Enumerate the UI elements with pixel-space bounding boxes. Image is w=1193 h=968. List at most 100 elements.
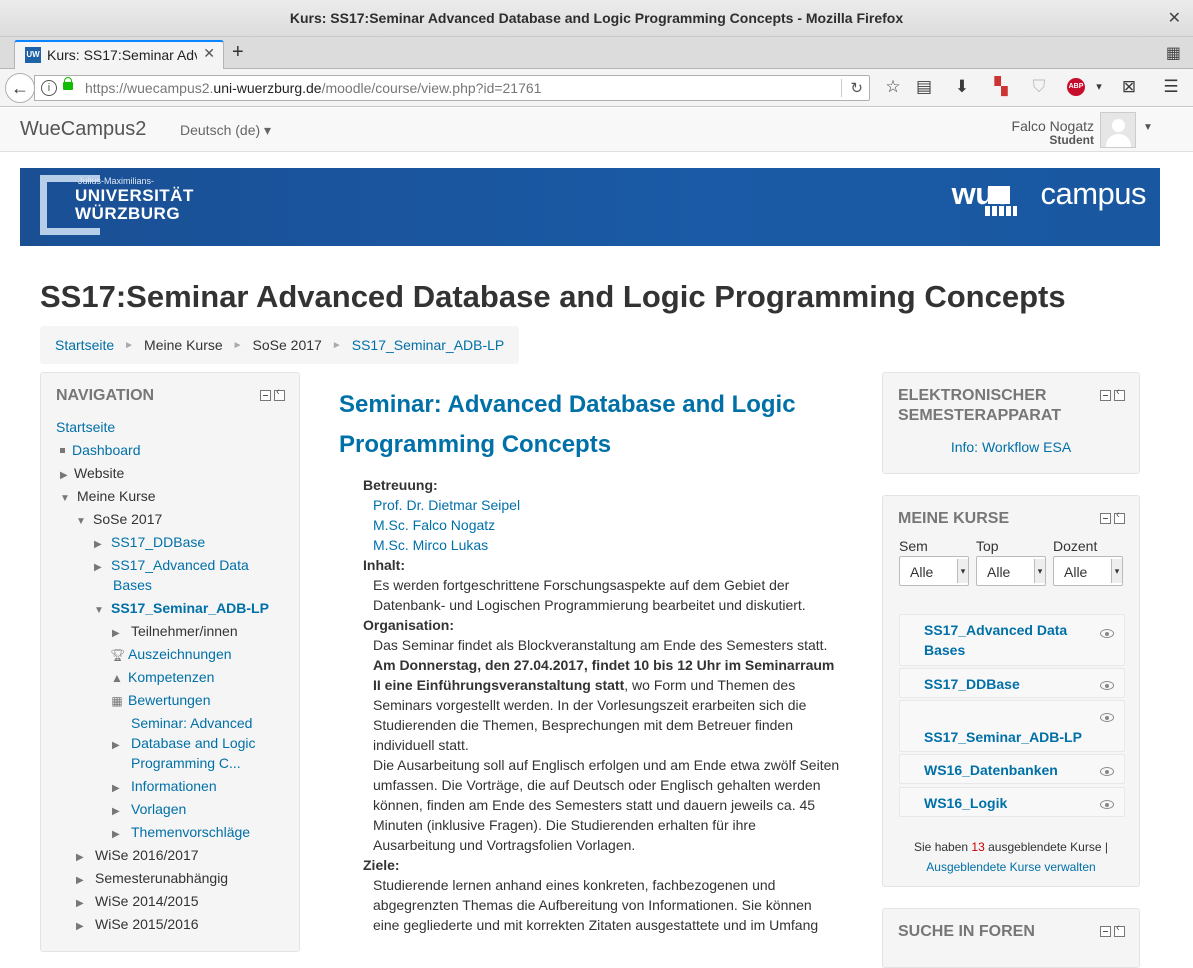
eye-icon[interactable] — [1100, 681, 1114, 690]
extension-icon[interactable]: ▚ — [990, 77, 1012, 97]
expand-icon[interactable]: ▶ — [94, 558, 108, 578]
esa-title: ELEKTRONISCHER SEMESTERAPPARAT — [898, 387, 1061, 424]
expand-icon[interactable]: ▶ — [76, 894, 90, 914]
nav-startseite[interactable]: Startseite — [56, 419, 115, 435]
avatar[interactable] — [1100, 112, 1136, 148]
nav-dashboard[interactable]: Dashboard — [72, 442, 141, 458]
university-name-line2: WÜRZBURG — [75, 204, 181, 223]
collapse-icon[interactable]: ▼ — [94, 601, 108, 621]
info-icon[interactable]: i — [41, 80, 57, 96]
esa-workflow-link[interactable]: Info: Workflow ESA — [883, 439, 1139, 455]
bullet-icon — [60, 448, 65, 453]
nav-wise-2016-2017[interactable]: WiSe 2016/2017 — [95, 847, 199, 863]
nav-meine-kurse[interactable]: Meine Kurse — [77, 488, 156, 504]
collapse-icon[interactable]: ▼ — [76, 512, 90, 532]
nav-ddbase[interactable]: SS17_DDBase — [111, 534, 205, 550]
nav-kompetenzen[interactable]: Kompetenzen — [128, 669, 214, 685]
nav-informationen[interactable]: Informationen — [131, 778, 217, 794]
user-name[interactable]: Falco Nogatz — [1012, 118, 1094, 134]
user-menu-chevron-icon[interactable]: ▼ — [1143, 122, 1153, 133]
course-link[interactable]: WS16_Datenbanken — [924, 760, 1094, 780]
nav-section-seminar[interactable]: Seminar: Advanced — [131, 715, 252, 731]
eye-icon[interactable] — [1100, 629, 1114, 638]
chevron-down-icon[interactable]: ▾ — [1088, 80, 1110, 93]
shield-icon[interactable]: ⛉ — [1028, 77, 1050, 97]
eye-icon[interactable] — [1100, 713, 1114, 722]
course-link[interactable]: SS17_DDBase — [924, 674, 1094, 694]
filter-dozent-select[interactable]: Alle — [1053, 556, 1123, 586]
supervisor-link[interactable]: Prof. Dr. Dietmar Seipel — [373, 497, 520, 513]
expand-icon[interactable]: ▶ — [94, 535, 108, 555]
screenshot-icon[interactable]: ⊠ — [1118, 77, 1140, 97]
nav-wise-2014-2015[interactable]: WiSe 2014/2015 — [95, 893, 199, 909]
minimize-icon[interactable] — [1100, 513, 1111, 524]
expand-icon[interactable]: ▶ — [112, 736, 126, 756]
new-tab-button[interactable]: + — [232, 41, 244, 64]
nav-themenvorschlaege[interactable]: Themenvorschläge — [131, 824, 250, 840]
close-window-icon[interactable]: ✕ — [1168, 0, 1181, 37]
supervisor-link[interactable]: M.Sc. Falco Nogatz — [373, 517, 495, 533]
nav-auszeichnungen[interactable]: Auszeichnungen — [128, 646, 232, 662]
nav-section-seminar-cont2[interactable]: Programming C... — [131, 755, 241, 771]
dock-icon[interactable] — [1114, 386, 1125, 401]
expand-icon[interactable]: ▶ — [112, 779, 126, 799]
nav-sose-2017[interactable]: SoSe 2017 — [93, 511, 162, 527]
grades-table-icon: ▦ — [111, 694, 123, 708]
breadcrumb-meine-kurse: Meine Kurse — [144, 337, 223, 353]
expand-icon[interactable]: ▶ — [60, 466, 74, 486]
window-titlebar: Kurs: SS17:Seminar Advanced Database and… — [0, 0, 1193, 37]
minimize-icon[interactable] — [1100, 926, 1111, 937]
breadcrumb-startseite[interactable]: Startseite — [55, 337, 114, 353]
tab-close-icon[interactable]: ✕ — [203, 45, 215, 62]
filter-top-select[interactable]: Alle — [976, 556, 1046, 586]
site-brand-link[interactable]: WueCampus2 — [20, 118, 146, 141]
url-text[interactable]: https://wuecampus2.uni-wuerzburg.de/mood… — [85, 80, 541, 96]
expand-icon[interactable]: ▶ — [76, 871, 90, 891]
course-link[interactable]: SS17_Advanced Data Bases — [924, 620, 1094, 660]
eye-icon[interactable] — [1100, 767, 1114, 776]
course-item: WS16_Logik — [899, 787, 1125, 817]
adblock-icon[interactable]: ABP — [1067, 78, 1085, 96]
url-bar[interactable]: i https://wuecampus2.uni-wuerzburg.de/mo… — [34, 75, 870, 101]
manage-hidden-courses-link[interactable]: Ausgeblendete Kurse verwalten — [926, 860, 1095, 874]
minimize-icon[interactable] — [260, 390, 271, 401]
course-link[interactable]: SS17_Seminar_ADB-LP — [924, 727, 1094, 747]
browser-tab[interactable]: UW Kurs: SS17:Seminar Adv ✕ — [14, 40, 224, 70]
nav-advanced-data-bases-cont[interactable]: Bases — [113, 577, 152, 593]
nav-bewertungen[interactable]: Bewertungen — [128, 692, 211, 708]
nav-teilnehmer[interactable]: Teilnehmer/innen — [131, 623, 238, 639]
tab-title: Kurs: SS17:Seminar Adv — [47, 47, 197, 63]
nav-vorlagen[interactable]: Vorlagen — [131, 801, 186, 817]
expand-icon[interactable]: ▶ — [112, 624, 126, 644]
nav-wise-2015-2016[interactable]: WiSe 2015/2016 — [95, 916, 199, 932]
breadcrumb-course[interactable]: SS17_Seminar_ADB-LP — [352, 337, 505, 353]
nav-website[interactable]: Website — [74, 465, 124, 481]
nav-seminar-course[interactable]: SS17_Seminar_ADB-LP — [111, 600, 269, 616]
expand-icon[interactable]: ▶ — [76, 917, 90, 937]
course-link[interactable]: WS16_Logik — [924, 793, 1094, 813]
dock-icon[interactable] — [274, 386, 285, 401]
esa-block: ELEKTRONISCHER SEMESTERAPPARAT Info: Wor… — [882, 372, 1140, 474]
back-button[interactable]: ← — [5, 73, 35, 103]
minimize-icon[interactable] — [1100, 390, 1111, 401]
collapse-icon[interactable]: ▼ — [60, 489, 74, 509]
dock-icon[interactable] — [1114, 509, 1125, 524]
expand-icon[interactable]: ▶ — [112, 825, 126, 845]
star-icon[interactable]: ☆ — [882, 77, 904, 97]
nav-semesterunabhaengig[interactable]: Semesterunabhängig — [95, 870, 228, 886]
filter-sem-select[interactable]: Alle — [899, 556, 969, 586]
language-menu[interactable]: Deutsch (de) ▾ — [180, 122, 271, 139]
tab-list-icon[interactable]: ▦ — [1166, 43, 1181, 63]
supervisor-link[interactable]: M.Sc. Mirco Lukas — [373, 537, 488, 553]
menu-icon[interactable]: ☰ — [1160, 77, 1182, 97]
section-title[interactable]: Seminar: Advanced Database and Logic Pro… — [339, 385, 839, 465]
expand-icon[interactable]: ▶ — [112, 802, 126, 822]
nav-section-seminar-cont[interactable]: Database and Logic — [131, 735, 256, 751]
download-icon[interactable]: ⬇ — [951, 77, 973, 97]
expand-icon[interactable]: ▶ — [76, 848, 90, 868]
reload-icon[interactable]: ↻ — [841, 79, 863, 97]
eye-icon[interactable] — [1100, 800, 1114, 809]
reading-list-icon[interactable]: ▤ — [913, 77, 935, 97]
nav-advanced-data-bases[interactable]: SS17_Advanced Data — [111, 557, 249, 573]
dock-icon[interactable] — [1114, 922, 1125, 937]
